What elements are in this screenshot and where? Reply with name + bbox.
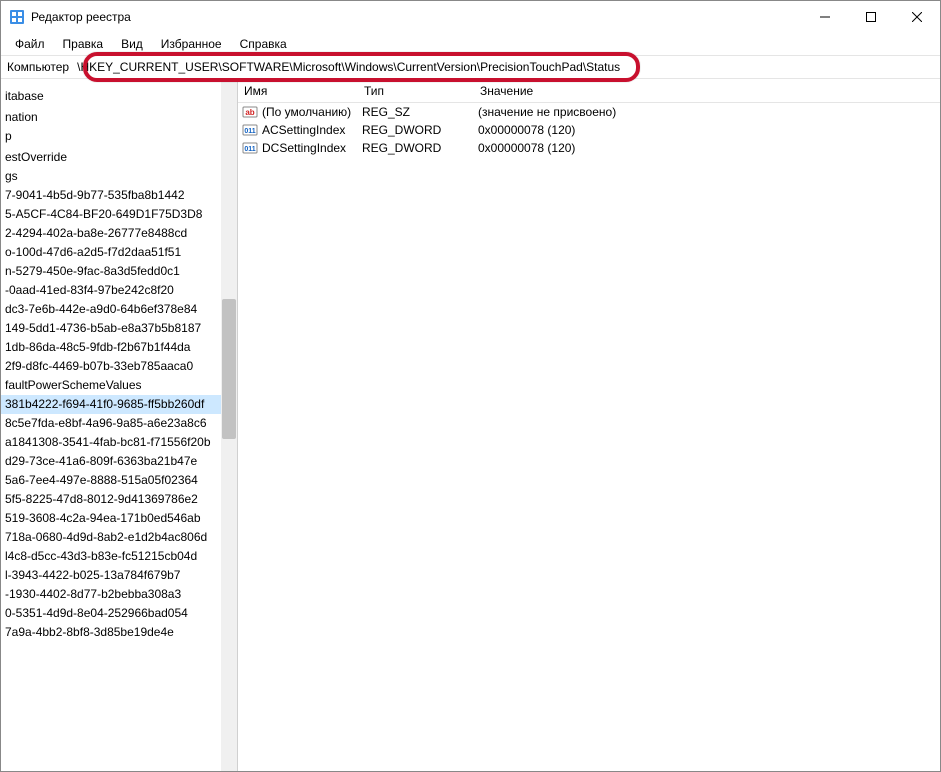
- addressbar-label: Компьютер: [7, 60, 71, 74]
- tree-item[interactable]: 7-9041-4b5d-9b77-535fba8b1442: [1, 186, 237, 205]
- titlebar[interactable]: Редактор реестра: [1, 1, 940, 33]
- tree-item[interactable]: l4c8-d5cc-43d3-b83e-fc51215cb04d: [1, 547, 237, 566]
- addressbar-input[interactable]: [71, 57, 936, 77]
- minimize-button[interactable]: [802, 1, 848, 33]
- value-data: (значение не присвоено): [478, 105, 940, 119]
- maximize-button[interactable]: [848, 1, 894, 33]
- tree-item[interactable]: p: [1, 127, 237, 146]
- column-header-value[interactable]: Значение: [474, 84, 940, 98]
- values-pane: Имя Тип Значение ab (По умолчанию)REG_SZ(…: [238, 79, 940, 771]
- tree-item[interactable]: 381b4222-f694-41f0-9685-ff5bb260df: [1, 395, 237, 414]
- tree-item[interactable]: 8c5e7fda-e8bf-4a96-9a85-a6e23a8c6: [1, 414, 237, 433]
- tree-item[interactable]: 7a9a-4bb2-8bf8-3d85be19de4e: [1, 623, 237, 642]
- value-row[interactable]: 011 DCSettingIndexREG_DWORD0x00000078 (12…: [238, 139, 940, 157]
- tree-item[interactable]: a1841308-3541-4fab-bc81-f71556f20b: [1, 433, 237, 452]
- value-type-icon: 011: [242, 122, 258, 138]
- column-headers: Имя Тип Значение: [238, 79, 940, 103]
- value-data: 0x00000078 (120): [478, 141, 940, 155]
- tree-item[interactable]: -1930-4402-8d77-b2bebba308a3: [1, 585, 237, 604]
- tree-item[interactable]: nation: [1, 108, 237, 127]
- value-name: (По умолчанию): [262, 105, 362, 119]
- tree-item[interactable]: 718a-0680-4d9d-8ab2-e1d2b4ac806d: [1, 528, 237, 547]
- values-list: ab (По умолчанию)REG_SZ(значение не присв…: [238, 103, 940, 157]
- tree-item[interactable]: 2f9-d8fc-4469-b07b-33eb785aaca0: [1, 357, 237, 376]
- menubar: Файл Правка Вид Избранное Справка: [1, 33, 940, 55]
- tree-item[interactable]: 2-4294-402a-ba8e-26777e8488cd: [1, 224, 237, 243]
- menu-help[interactable]: Справка: [232, 35, 295, 53]
- tree-item[interactable]: faultPowerSchemeValues: [1, 376, 237, 395]
- tree-item[interactable]: dc3-7e6b-442e-a9d0-64b6ef378e84: [1, 300, 237, 319]
- content-area: itabase nationp estOverridegs7-9041-4b5d-9…: [1, 79, 940, 771]
- registry-editor-window: Редактор реестра Файл Правка Вид Избранн…: [0, 0, 941, 772]
- value-data: 0x00000078 (120): [478, 123, 940, 137]
- tree-item[interactable]: o-100d-47d6-a2d5-f7d2daa51f51: [1, 243, 237, 262]
- window-title: Редактор реестра: [31, 10, 131, 24]
- svg-text:ab: ab: [245, 108, 254, 117]
- value-row[interactable]: 011 ACSettingIndexREG_DWORD0x00000078 (12…: [238, 121, 940, 139]
- value-type-icon: ab: [242, 104, 258, 120]
- column-header-type[interactable]: Тип: [358, 84, 474, 98]
- value-type: REG_DWORD: [362, 123, 478, 137]
- tree-item[interactable]: -0aad-41ed-83f4-97be242c8f20: [1, 281, 237, 300]
- tree-scrollbar[interactable]: [221, 79, 237, 771]
- regedit-icon: [9, 9, 25, 25]
- tree-item[interactable]: 5-A5CF-4C84-BF20-649D1F75D3D8: [1, 205, 237, 224]
- value-type: REG_SZ: [362, 105, 478, 119]
- tree-pane[interactable]: itabase nationp estOverridegs7-9041-4b5d-9…: [1, 79, 238, 771]
- tree-scrollbar-thumb[interactable]: [222, 299, 236, 439]
- addressbar: Компьютер: [1, 55, 940, 79]
- tree-item[interactable]: l-3943-4422-b025-13a784f679b7: [1, 566, 237, 585]
- tree-item[interactable]: 519-3608-4c2a-94ea-171b0ed546ab: [1, 509, 237, 528]
- column-header-name[interactable]: Имя: [238, 84, 358, 98]
- window-controls: [802, 1, 940, 33]
- value-type-icon: 011: [242, 140, 258, 156]
- tree-item[interactable]: 5a6-7ee4-497e-8888-515a05f02364: [1, 471, 237, 490]
- value-name: DCSettingIndex: [262, 141, 362, 155]
- menu-edit[interactable]: Правка: [55, 35, 112, 53]
- tree-item[interactable]: 0-5351-4d9d-8e04-252966bad054: [1, 604, 237, 623]
- tree-item[interactable]: n-5279-450e-9fac-8a3d5fedd0c1: [1, 262, 237, 281]
- tree-item[interactable]: 5f5-8225-47d8-8012-9d41369786e2: [1, 490, 237, 509]
- tree-item[interactable]: 149-5dd1-4736-b5ab-e8a37b5b8187: [1, 319, 237, 338]
- value-type: REG_DWORD: [362, 141, 478, 155]
- menu-favorites[interactable]: Избранное: [153, 35, 230, 53]
- tree-item[interactable]: 1db-86da-48c5-9fdb-f2b67b1f44da: [1, 338, 237, 357]
- tree-item[interactable]: itabase: [1, 87, 237, 106]
- tree-item[interactable]: gs: [1, 167, 237, 186]
- tree-item[interactable]: estOverride: [1, 148, 237, 167]
- value-row[interactable]: ab (По умолчанию)REG_SZ(значение не присв…: [238, 103, 940, 121]
- tree-item[interactable]: d29-73ce-41a6-809f-6363ba21b47e: [1, 452, 237, 471]
- close-button[interactable]: [894, 1, 940, 33]
- svg-text:011: 011: [244, 146, 255, 153]
- svg-text:011: 011: [244, 128, 255, 135]
- value-name: ACSettingIndex: [262, 123, 362, 137]
- menu-file[interactable]: Файл: [7, 35, 53, 53]
- menu-view[interactable]: Вид: [113, 35, 151, 53]
